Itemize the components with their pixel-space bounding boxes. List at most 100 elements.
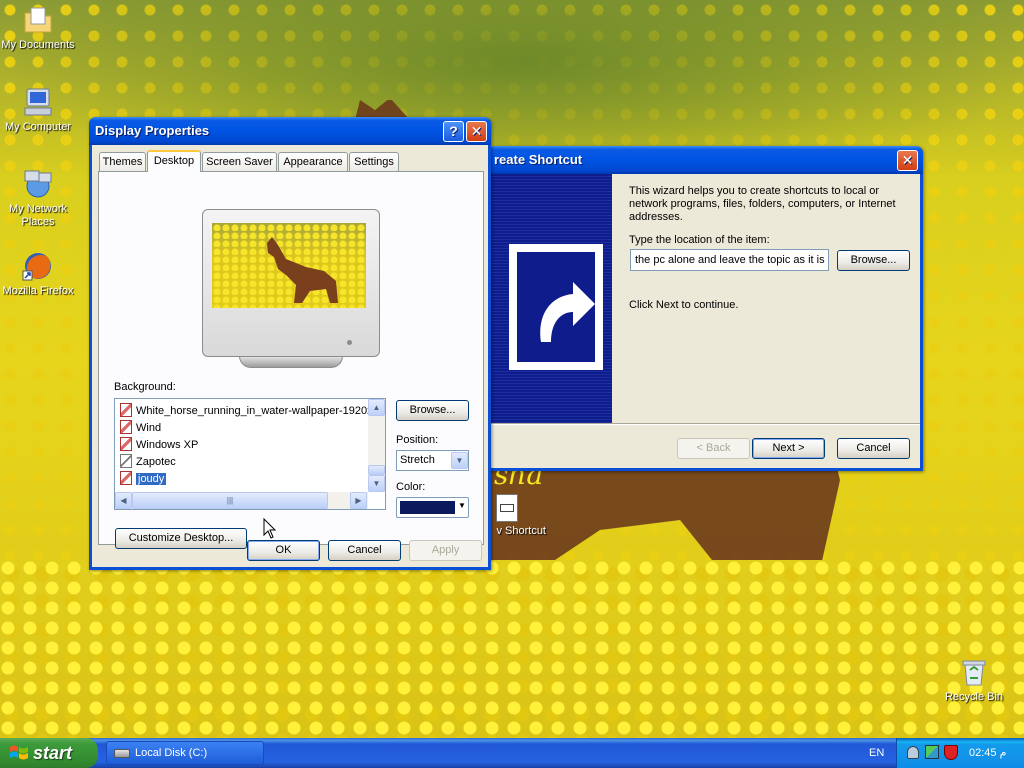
scroll-thumb[interactable]: ||| bbox=[132, 492, 328, 509]
list-item[interactable]: Wind bbox=[120, 420, 161, 437]
display-properties-body: Themes Desktop Screen Saver Appearance S… bbox=[92, 145, 488, 567]
file-icon bbox=[496, 494, 518, 522]
scroll-thumb[interactable] bbox=[368, 465, 385, 475]
list-item[interactable]: joudy bbox=[120, 471, 168, 488]
monitor-stand bbox=[239, 356, 343, 368]
create-shortcut-body: This wizard helps you to create shortcut… bbox=[491, 174, 920, 468]
list-item[interactable]: White_horse_running_in_water-wallpaper-1… bbox=[120, 403, 373, 420]
scroll-down-button[interactable]: ▼ bbox=[368, 475, 385, 492]
drive-icon bbox=[114, 749, 130, 758]
close-button[interactable]: ✕ bbox=[897, 150, 918, 171]
location-input[interactable]: the pc alone and leave the topic as it i… bbox=[630, 249, 829, 271]
shortcut-arrow-icon bbox=[501, 234, 605, 372]
scroll-up-button[interactable]: ▲ bbox=[368, 399, 385, 416]
network-tray-icon[interactable] bbox=[925, 745, 939, 759]
security-icon[interactable] bbox=[907, 746, 919, 759]
list-item[interactable]: Zapotec bbox=[120, 454, 176, 471]
create-shortcut-window: reate Shortcut ✕ This wizard helps you t… bbox=[488, 146, 923, 471]
wizard-intro-text: This wizard helps you to create shortcut… bbox=[629, 185, 896, 223]
cancel-button[interactable]: Cancel bbox=[837, 438, 910, 459]
image-file-icon bbox=[120, 403, 132, 417]
create-shortcut-titlebar[interactable]: reate Shortcut ✕ bbox=[488, 146, 923, 174]
taskbar-item-local-disk[interactable]: Local Disk (C:) bbox=[106, 741, 264, 765]
desktop-icon-my-documents[interactable]: My Documents bbox=[0, 4, 76, 52]
customize-desktop-button[interactable]: Customize Desktop... bbox=[115, 528, 247, 549]
chevron-down-icon[interactable]: ▼ bbox=[451, 452, 468, 469]
desktop-icon-label: My Computer bbox=[4, 121, 72, 133]
desktop-icon-label: My Documents bbox=[1, 39, 75, 51]
tab-screen-saver[interactable]: Screen Saver bbox=[202, 152, 277, 171]
desktop-icon-label: My Network Places bbox=[8, 203, 68, 228]
mouse-cursor-icon bbox=[263, 518, 277, 539]
close-icon: ✕ bbox=[470, 123, 483, 139]
display-properties-window: Display Properties ? ✕ Themes Desktop Sc… bbox=[89, 117, 491, 570]
monitor-power-light bbox=[347, 340, 352, 345]
window-title: Display Properties bbox=[95, 123, 210, 138]
horizontal-scrollbar[interactable]: ◀ ||| ▶ bbox=[115, 492, 368, 509]
wallpaper-flowers bbox=[0, 560, 1024, 738]
shield-alert-icon[interactable] bbox=[944, 745, 958, 760]
language-indicator[interactable]: EN bbox=[869, 738, 884, 768]
position-label: Position: bbox=[396, 434, 439, 446]
image-file-icon bbox=[120, 437, 132, 451]
background-label: Background: bbox=[114, 381, 176, 393]
help-icon: ? bbox=[449, 123, 458, 139]
recycle-bin-icon bbox=[958, 656, 990, 688]
scroll-right-button[interactable]: ▶ bbox=[350, 492, 367, 509]
display-properties-titlebar[interactable]: Display Properties ? ✕ bbox=[89, 117, 491, 145]
background-list[interactable]: White_horse_running_in_water-wallpaper-1… bbox=[114, 398, 386, 510]
windows-logo-icon bbox=[10, 745, 28, 760]
vertical-scrollbar[interactable]: ▲ ▼ bbox=[368, 399, 385, 492]
location-label: Type the location of the item: bbox=[629, 234, 770, 246]
back-button[interactable]: < Back bbox=[677, 438, 750, 459]
folder-icon bbox=[22, 4, 54, 36]
desktop-icon-label: Mozilla Firefox bbox=[2, 285, 74, 297]
color-label: Color: bbox=[396, 481, 426, 493]
chevron-down-icon: ▼ bbox=[458, 501, 466, 510]
taskbar-item-label: Local Disk (C:) bbox=[135, 747, 208, 759]
desktop-icon-label: Recycle Bin bbox=[944, 691, 1004, 703]
image-file-icon bbox=[120, 471, 132, 485]
tab-themes[interactable]: Themes bbox=[99, 152, 146, 171]
monitor-preview bbox=[202, 209, 380, 369]
preview-horse-image bbox=[267, 237, 338, 303]
firefox-icon bbox=[22, 250, 54, 282]
help-button[interactable]: ? bbox=[443, 121, 464, 142]
tab-desktop[interactable]: Desktop bbox=[147, 150, 201, 172]
desktop-icon-firefox[interactable]: Mozilla Firefox bbox=[0, 250, 76, 298]
image-file-icon bbox=[120, 420, 132, 434]
network-icon bbox=[22, 168, 54, 200]
brush-icon bbox=[120, 454, 132, 468]
desktop-tab-panel: Background: White_horse_running_in_water… bbox=[98, 171, 484, 549]
browse-button[interactable]: Browse... bbox=[837, 250, 910, 271]
next-hint-text: Click Next to continue. bbox=[629, 299, 739, 311]
preview-screen bbox=[212, 223, 366, 308]
desktop-icon-network-places[interactable]: My Network Places bbox=[0, 168, 76, 229]
start-label: start bbox=[33, 743, 73, 763]
tab-settings[interactable]: Settings bbox=[349, 152, 399, 171]
list-item[interactable]: Windows XP bbox=[120, 437, 198, 454]
apply-button[interactable]: Apply bbox=[409, 540, 482, 561]
cancel-button[interactable]: Cancel bbox=[328, 540, 401, 561]
desktop-icon-recycle-bin[interactable]: Recycle Bin bbox=[936, 656, 1012, 704]
wizard-side-panel bbox=[491, 174, 612, 423]
taskbar: start Local Disk (C:) EN 02:45 م bbox=[0, 738, 1024, 768]
scroll-left-button[interactable]: ◀ bbox=[115, 492, 132, 509]
desktop-icon-my-computer[interactable]: My Computer bbox=[0, 86, 76, 134]
start-button[interactable]: start bbox=[0, 738, 98, 768]
computer-icon bbox=[22, 86, 54, 118]
ok-button[interactable]: OK bbox=[247, 540, 320, 561]
next-button[interactable]: Next > bbox=[752, 438, 825, 459]
color-picker-button[interactable]: ▼ bbox=[396, 497, 469, 518]
color-swatch bbox=[400, 501, 455, 514]
tab-appearance[interactable]: Appearance bbox=[278, 152, 348, 171]
close-icon: ✕ bbox=[901, 152, 914, 168]
clock[interactable]: 02:45 م bbox=[969, 738, 1006, 768]
close-button[interactable]: ✕ bbox=[466, 121, 487, 142]
window-title: reate Shortcut bbox=[494, 152, 583, 167]
position-select[interactable]: Stretch ▼ bbox=[396, 450, 469, 471]
position-select-value: Stretch bbox=[400, 454, 435, 466]
browse-button[interactable]: Browse... bbox=[396, 400, 469, 421]
system-tray: 02:45 م bbox=[896, 738, 1024, 768]
wizard-divider bbox=[491, 423, 920, 425]
